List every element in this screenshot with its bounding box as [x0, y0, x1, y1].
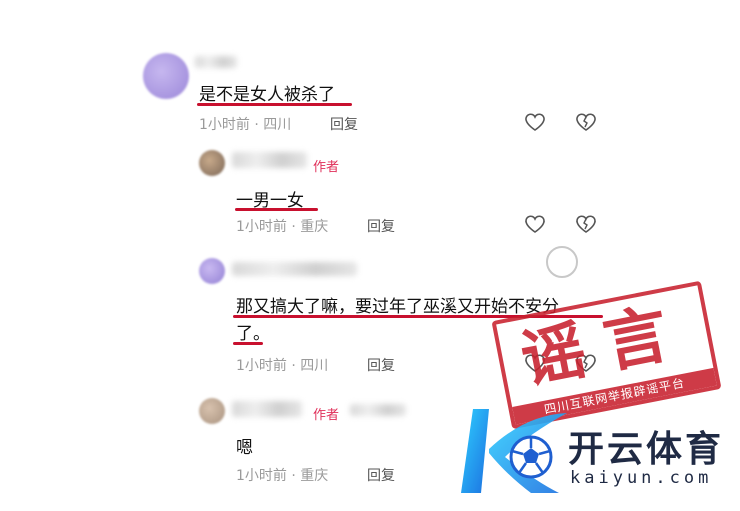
time: 1小时前 — [236, 468, 287, 484]
reply-target-blurred[interactable] — [350, 404, 406, 416]
username-blurred[interactable] — [232, 152, 307, 168]
location: 重庆 — [300, 468, 329, 484]
reply-button[interactable]: 回复 — [330, 114, 358, 134]
location: 四川 — [300, 358, 329, 374]
dot: · — [291, 468, 296, 484]
reply-button[interactable]: 回复 — [367, 355, 395, 375]
comment-meta: 1小时前 · 重庆 — [236, 465, 328, 485]
location: 重庆 — [300, 219, 329, 235]
comment-meta: 1小时前 · 四川 — [199, 114, 291, 134]
author-tag: 作者 — [313, 160, 340, 175]
loading-circle-icon — [546, 246, 578, 278]
kaiyun-logo-icon — [461, 409, 567, 493]
comment-meta: 1小时前 · 重庆 — [236, 216, 328, 236]
username-blurred[interactable] — [195, 56, 237, 68]
heart-icon[interactable] — [523, 110, 547, 134]
watermark-url: kaiyun.com — [570, 468, 713, 488]
avatar[interactable] — [199, 150, 225, 176]
avatar[interactable] — [199, 398, 225, 424]
location: 四川 — [263, 117, 292, 133]
dot: · — [291, 219, 296, 235]
comment-meta: 1小时前 · 四川 — [236, 355, 328, 375]
comment-text: 是不是女人被杀了 — [199, 85, 335, 105]
comment-text-line1: 那又搞大了嘛，要过年了巫溪又开始不安分 — [236, 297, 559, 317]
dot: · — [254, 117, 259, 133]
time: 1小时前 — [236, 219, 287, 235]
heart-broken-icon[interactable] — [574, 110, 598, 134]
reply-button[interactable]: 回复 — [367, 465, 395, 485]
highlight-underline — [233, 342, 263, 345]
highlight-underline — [197, 103, 352, 106]
time: 1小时前 — [199, 117, 250, 133]
time: 1小时前 — [236, 358, 287, 374]
watermark-brand: 开云体育 — [568, 429, 725, 470]
dot: · — [291, 358, 296, 374]
avatar[interactable] — [199, 258, 225, 284]
comment-text-line2: 了。 — [236, 324, 270, 344]
reply-button[interactable]: 回复 — [367, 216, 395, 236]
comment-text: 嗯 — [236, 438, 253, 458]
username-blurred[interactable] — [232, 262, 357, 276]
heart-broken-icon[interactable] — [574, 212, 598, 236]
author-tag: 作者 — [313, 408, 340, 423]
username-blurred[interactable] — [232, 401, 302, 417]
heart-icon[interactable] — [523, 212, 547, 236]
highlight-underline — [235, 208, 318, 211]
avatar[interactable] — [143, 53, 189, 99]
